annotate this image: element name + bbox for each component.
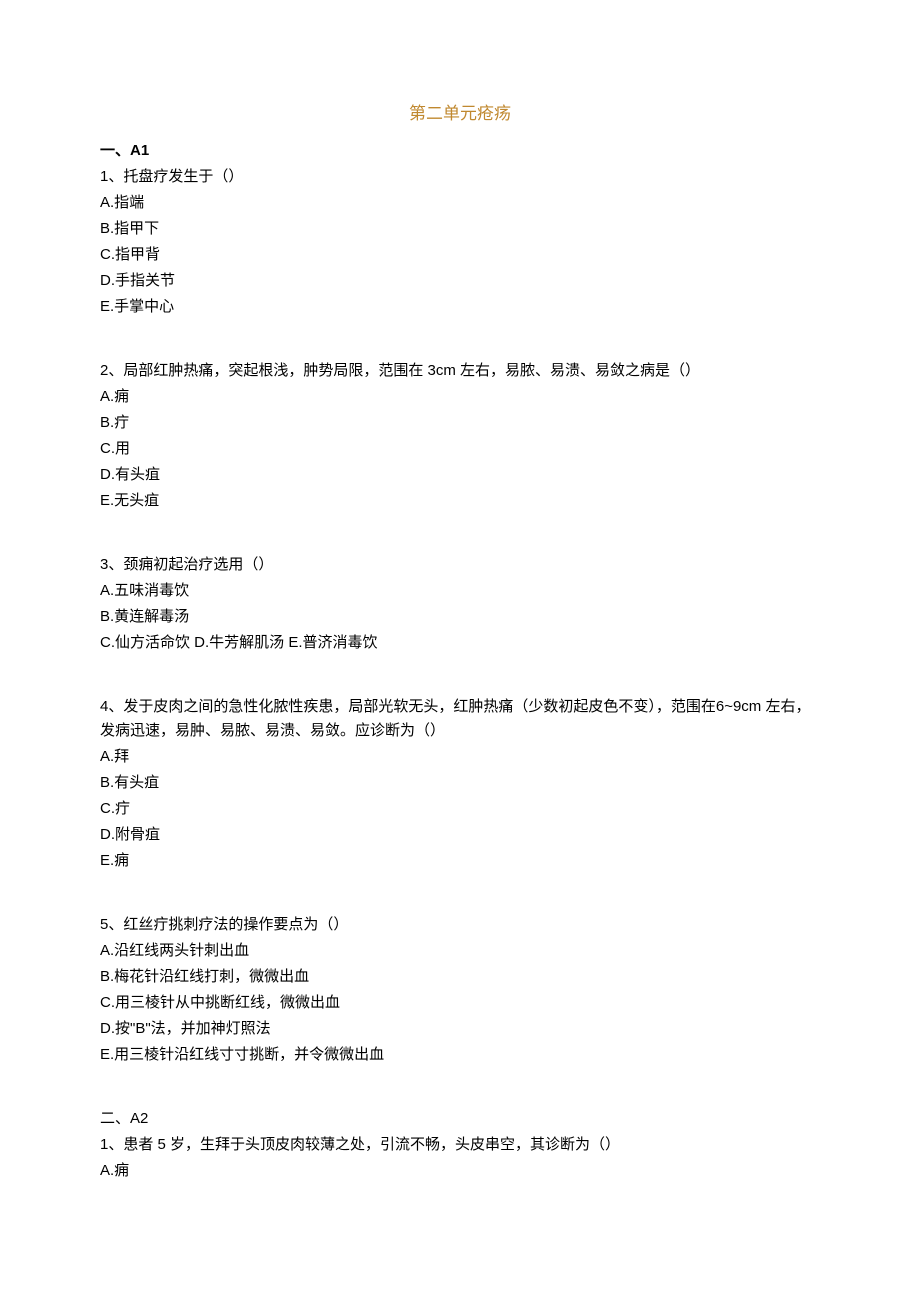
option: D.有头疽 <box>100 463 820 487</box>
option: D.手指关节 <box>100 269 820 293</box>
option: B.有头疽 <box>100 771 820 795</box>
question-text: 3、颈痈初起治疗选用（） <box>100 553 820 577</box>
question-text: 4、发于皮肉之间的急性化脓性疾患，局部光软无头，红肿热痛（少数初起皮色不变），范… <box>100 695 820 743</box>
option: A.五味消毒饮 <box>100 579 820 603</box>
option: C.指甲背 <box>100 243 820 267</box>
option: B.疔 <box>100 411 820 435</box>
option: A.痈 <box>100 385 820 409</box>
question-block: 4、发于皮肉之间的急性化脓性疾患，局部光软无头，红肿热痛（少数初起皮色不变），范… <box>100 695 820 873</box>
option: D.按"B"法，并加神灯照法 <box>100 1017 820 1041</box>
option: D.附骨疽 <box>100 823 820 847</box>
question-text: 5、红丝疔挑刺疗法的操作要点为（） <box>100 913 820 937</box>
option: E.无头疽 <box>100 489 820 513</box>
option: C.用三棱针从中挑断红线，微微出血 <box>100 991 820 1015</box>
question-text: 1、托盘疗发生于（） <box>100 165 820 189</box>
option: E.痈 <box>100 849 820 873</box>
question-block: 5、红丝疔挑刺疗法的操作要点为（） A.沿红线两头针刺出血 B.梅花针沿红线打刺… <box>100 913 820 1067</box>
section-a2-header: 二、A2 <box>100 1107 820 1131</box>
option: E.手掌中心 <box>100 295 820 319</box>
option: C.疔 <box>100 797 820 821</box>
question-text: 1、患者 5 岁，生拜于头顶皮肉较薄之处，引流不畅，头皮串空，其诊断为（） <box>100 1133 820 1157</box>
option: C.用 <box>100 437 820 461</box>
question-block: 3、颈痈初起治疗选用（） A.五味消毒饮 B.黄连解毒汤 C.仙方活命饮 D.牛… <box>100 553 820 655</box>
option: B.梅花针沿红线打刺，微微出血 <box>100 965 820 989</box>
option-inline: C.仙方活命饮 D.牛芳解肌汤 E.普济消毒饮 <box>100 631 820 655</box>
option: B.指甲下 <box>100 217 820 241</box>
option: A.拜 <box>100 745 820 769</box>
document-title: 第二单元疮疡 <box>100 100 820 127</box>
option: E.用三棱针沿红线寸寸挑断，并令微微出血 <box>100 1043 820 1067</box>
question-block: 1、托盘疗发生于（） A.指端 B.指甲下 C.指甲背 D.手指关节 E.手掌中… <box>100 165 820 319</box>
option: A.沿红线两头针刺出血 <box>100 939 820 963</box>
section-a1-header: 一、A1 <box>100 139 820 163</box>
question-block: 2、局部红肿热痛，突起根浅，肿势局限，范围在 3cm 左右，易脓、易溃、易敛之病… <box>100 359 820 513</box>
question-text: 2、局部红肿热痛，突起根浅，肿势局限，范围在 3cm 左右，易脓、易溃、易敛之病… <box>100 359 820 383</box>
option: B.黄连解毒汤 <box>100 605 820 629</box>
option: A.指端 <box>100 191 820 215</box>
option: A.痈 <box>100 1159 820 1183</box>
question-block: 1、患者 5 岁，生拜于头顶皮肉较薄之处，引流不畅，头皮串空，其诊断为（） A.… <box>100 1133 820 1183</box>
